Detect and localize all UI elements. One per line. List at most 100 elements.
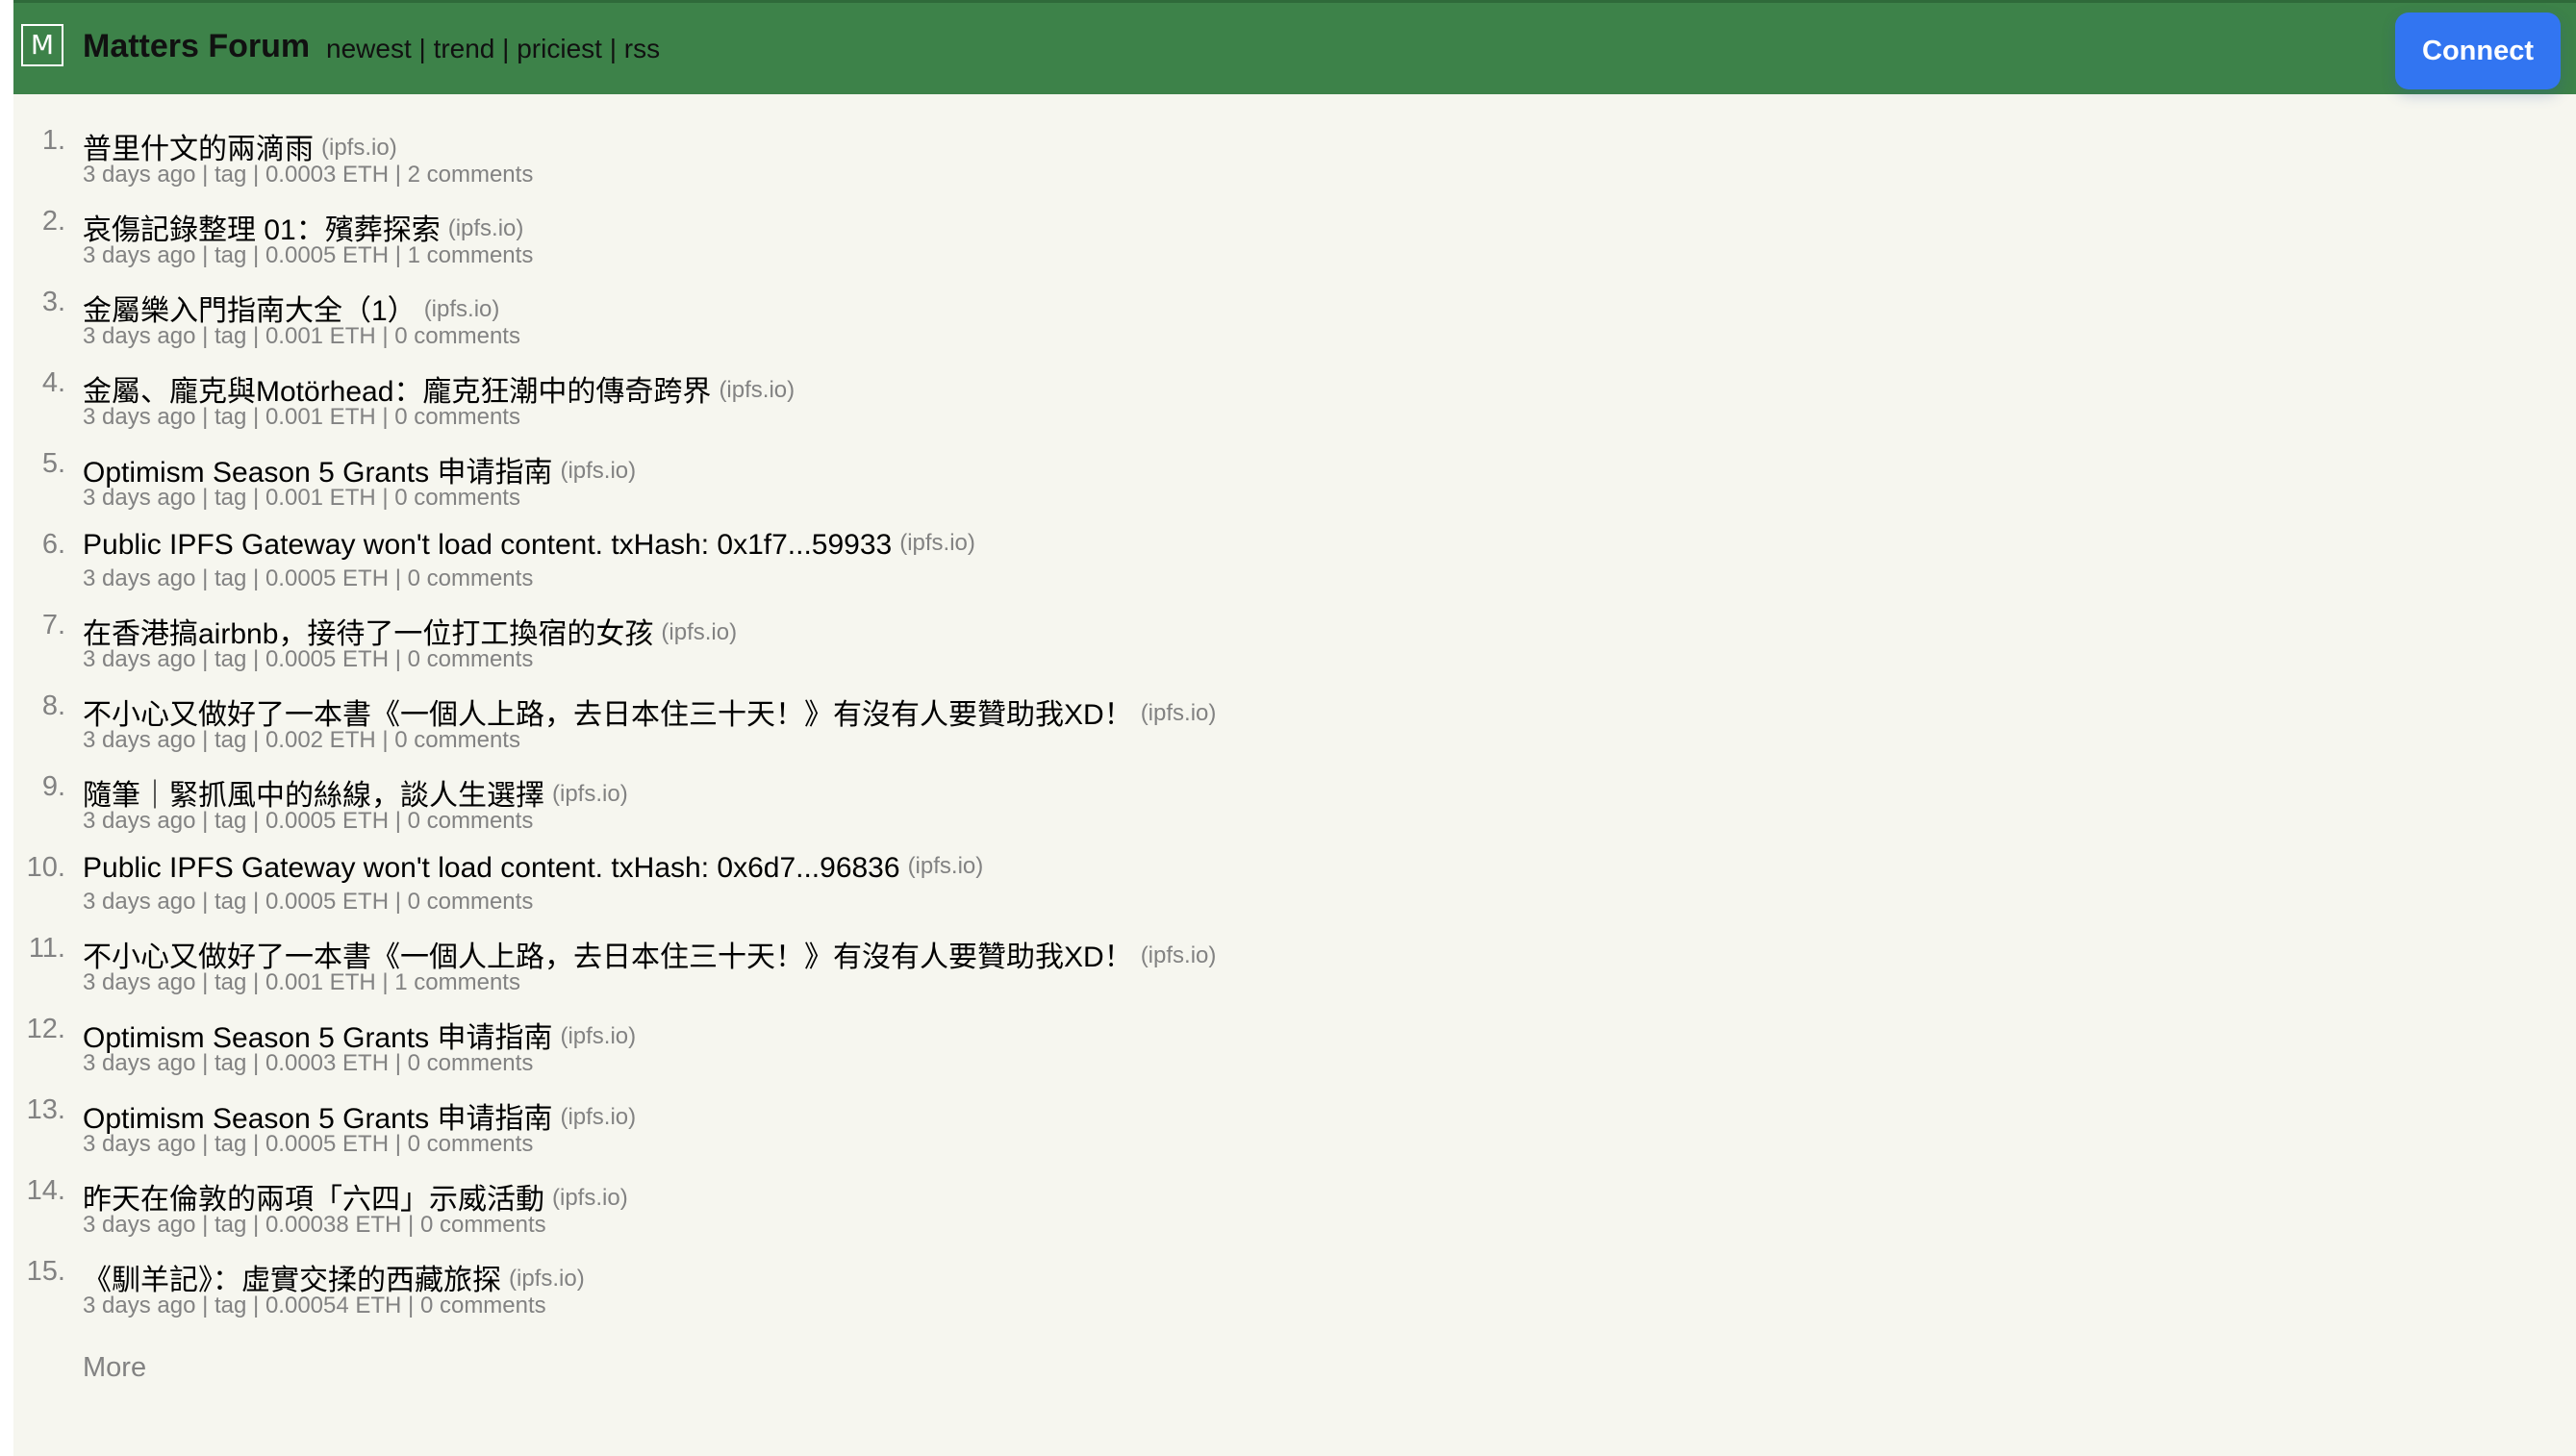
story-subtext: 3 days ago | tag | 0.0005 ETH | 1 commen… <box>83 242 534 268</box>
story-tag[interactable]: tag <box>215 646 246 672</box>
story-tag[interactable]: tag <box>215 565 246 591</box>
site-title[interactable]: Matters Forum <box>83 28 310 65</box>
story-comments[interactable]: 0 comments <box>394 727 520 753</box>
story-age[interactable]: 3 days ago <box>83 889 195 915</box>
story-price: 0.0005 ETH <box>265 646 390 672</box>
story-comments[interactable]: 0 comments <box>408 1131 534 1157</box>
story-comments[interactable]: 0 comments <box>394 404 520 430</box>
story-rank: 4. <box>41 367 65 398</box>
story-tag[interactable]: tag <box>215 1212 246 1238</box>
story-age[interactable]: 3 days ago <box>83 969 195 995</box>
story-comments[interactable]: 0 comments <box>408 646 534 672</box>
story-subtext: 3 days ago | tag | 0.00038 ETH | 0 comme… <box>83 1212 546 1238</box>
story-subtext: 3 days ago | tag | 0.0003 ETH | 0 commen… <box>83 1050 534 1076</box>
story-domain: (ipfs.io) <box>552 1185 628 1211</box>
story-age[interactable]: 3 days ago <box>83 323 195 349</box>
story-age[interactable]: 3 days ago <box>83 808 195 834</box>
story-tag[interactable]: tag <box>215 485 246 511</box>
story-domain: (ipfs.io) <box>447 215 524 241</box>
page: M Matters Forum newest | trend | pricies… <box>13 0 2576 1456</box>
story-item: 15. 《馴羊記》：虛實交揉的西藏旅探 (ipfs.io) 3 days ago … <box>13 1254 2576 1335</box>
story-domain: (ipfs.io) <box>560 1104 637 1130</box>
story-comments[interactable]: 2 comments <box>408 162 534 188</box>
story-price: 0.0005 ETH <box>265 565 390 591</box>
story-age[interactable]: 3 days ago <box>83 565 195 591</box>
story-subtext: 3 days ago | tag | 0.001 ETH | 0 comment… <box>83 404 520 430</box>
story-tag[interactable]: tag <box>215 1050 246 1076</box>
story-tag[interactable]: tag <box>215 323 246 349</box>
story-domain: (ipfs.io) <box>899 530 975 556</box>
story-tag[interactable]: tag <box>215 889 246 915</box>
nav-separator: | <box>502 34 510 63</box>
story-comments[interactable]: 1 comments <box>408 242 534 268</box>
nav-link-trend[interactable]: trend <box>434 34 495 63</box>
story-tag[interactable]: tag <box>215 808 246 834</box>
story-rank: 9. <box>41 771 65 802</box>
story-comments[interactable]: 0 comments <box>394 323 520 349</box>
story-age[interactable]: 3 days ago <box>83 242 195 268</box>
nav-separator: | <box>609 34 617 63</box>
story-item: 3. 金屬樂入門指南大全（1） (ipfs.io) 3 days ago | ta… <box>13 285 2576 365</box>
story-subtext: 3 days ago | tag | 0.0005 ETH | 0 commen… <box>83 565 534 591</box>
story-comments[interactable]: 0 comments <box>408 808 534 834</box>
story-subtext: 3 days ago | tag | 0.00054 ETH | 0 comme… <box>83 1293 546 1318</box>
story-comments[interactable]: 0 comments <box>408 1050 534 1076</box>
story-price: 0.0005 ETH <box>265 1131 390 1157</box>
story-age[interactable]: 3 days ago <box>83 646 195 672</box>
story-item: 7. 在香港搞airbnb，接待了一位打工換宿的女孩 (ipfs.io) 3 da… <box>13 608 2576 689</box>
story-item: 9. 隨筆｜緊抓風中的絲線，談人生選擇 (ipfs.io) 3 days ago … <box>13 769 2576 850</box>
story-title-link[interactable]: Public IPFS Gateway won't load content. … <box>83 529 892 561</box>
site-logo[interactable]: M <box>21 24 63 66</box>
story-rank: 15. <box>26 1256 65 1287</box>
story-rank: 5. <box>41 448 65 479</box>
connect-button[interactable]: Connect <box>2395 13 2561 89</box>
nav-link-newest[interactable]: newest <box>326 34 412 63</box>
story-subtext: 3 days ago | tag | 0.002 ETH | 0 comment… <box>83 727 520 753</box>
story-tag[interactable]: tag <box>215 1293 246 1318</box>
nav-link-rss[interactable]: rss <box>624 34 660 63</box>
story-rank: 7. <box>41 610 65 640</box>
story-tag[interactable]: tag <box>215 1131 246 1157</box>
story-age[interactable]: 3 days ago <box>83 485 195 511</box>
story-domain: (ipfs.io) <box>321 135 397 161</box>
story-price: 0.001 ETH <box>265 323 376 349</box>
story-price: 0.00038 ETH <box>265 1212 402 1238</box>
story-title-line: Public IPFS Gateway won't load content. … <box>83 529 975 562</box>
story-tag[interactable]: tag <box>215 242 246 268</box>
story-domain: (ipfs.io) <box>423 296 500 322</box>
story-comments[interactable]: 0 comments <box>420 1293 546 1318</box>
story-tag[interactable]: tag <box>215 969 246 995</box>
story-item: 13. Optimism Season 5 Grants 申请指南 (ipfs.i… <box>13 1092 2576 1173</box>
story-item: 4. 金屬、龐克與Motörhead：龐克狂潮中的傳奇跨界 (ipfs.io) 3… <box>13 365 2576 446</box>
story-title-link[interactable]: Public IPFS Gateway won't load content. … <box>83 852 900 884</box>
story-tag[interactable]: tag <box>215 727 246 753</box>
story-item: 6. Public IPFS Gateway won't load conten… <box>13 527 2576 608</box>
story-domain: (ipfs.io) <box>661 619 738 645</box>
story-comments[interactable]: 1 comments <box>394 969 520 995</box>
story-tag[interactable]: tag <box>215 162 246 188</box>
story-price: 0.0005 ETH <box>265 889 390 915</box>
nav-link-priciest[interactable]: priciest <box>517 34 602 63</box>
story-domain: (ipfs.io) <box>719 377 796 403</box>
story-tag[interactable]: tag <box>215 404 246 430</box>
story-rank: 10. <box>26 852 65 883</box>
story-age[interactable]: 3 days ago <box>83 1293 195 1318</box>
story-comments[interactable]: 0 comments <box>408 889 534 915</box>
story-rank: 2. <box>41 206 65 237</box>
story-subtext: 3 days ago | tag | 0.0003 ETH | 2 commen… <box>83 162 534 188</box>
story-comments[interactable]: 0 comments <box>408 565 534 591</box>
story-age[interactable]: 3 days ago <box>83 1131 195 1157</box>
story-rank: 14. <box>26 1175 65 1206</box>
story-comments[interactable]: 0 comments <box>394 485 520 511</box>
story-age[interactable]: 3 days ago <box>83 404 195 430</box>
story-age[interactable]: 3 days ago <box>83 1050 195 1076</box>
story-rank: 8. <box>41 690 65 721</box>
story-comments[interactable]: 0 comments <box>420 1212 546 1238</box>
story-age[interactable]: 3 days ago <box>83 162 195 188</box>
more-link[interactable]: More <box>83 1352 146 1384</box>
story-item: 11. 不小心又做好了一本書《一個人上路，去日本住三十天！》有沒有人要贊助我XD… <box>13 931 2576 1012</box>
story-rank: 12. <box>26 1014 65 1044</box>
story-rank: 3. <box>41 287 65 317</box>
story-age[interactable]: 3 days ago <box>83 727 195 753</box>
story-age[interactable]: 3 days ago <box>83 1212 195 1238</box>
